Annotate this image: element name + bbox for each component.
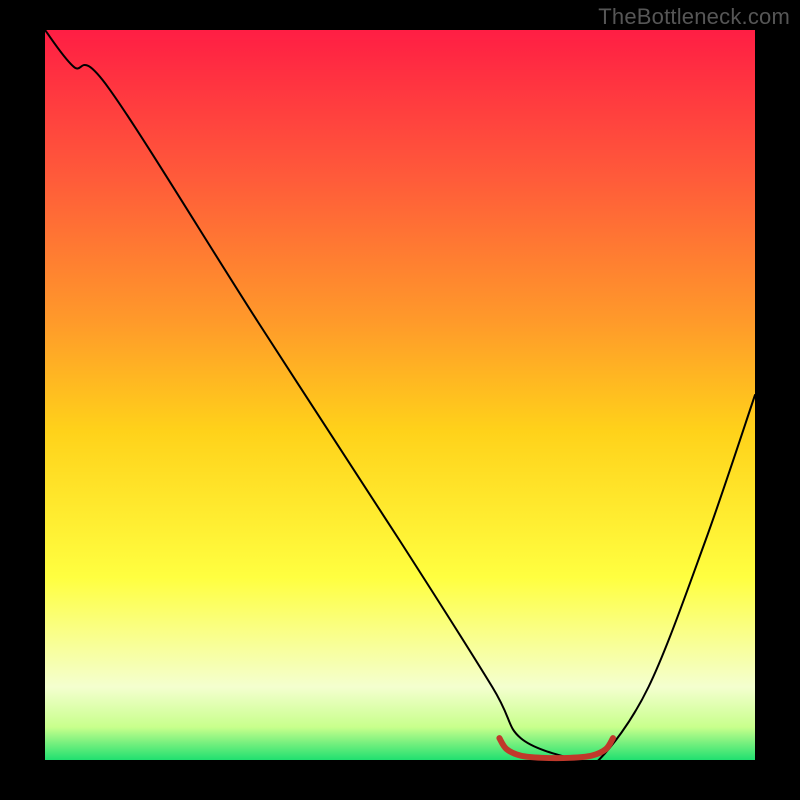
chart-frame: { "watermark": "TheBottleneck.com", "cha… [0, 0, 800, 800]
watermark-text: TheBottleneck.com [598, 4, 790, 30]
bottleneck-chart [0, 0, 800, 800]
gradient-background [45, 30, 755, 760]
